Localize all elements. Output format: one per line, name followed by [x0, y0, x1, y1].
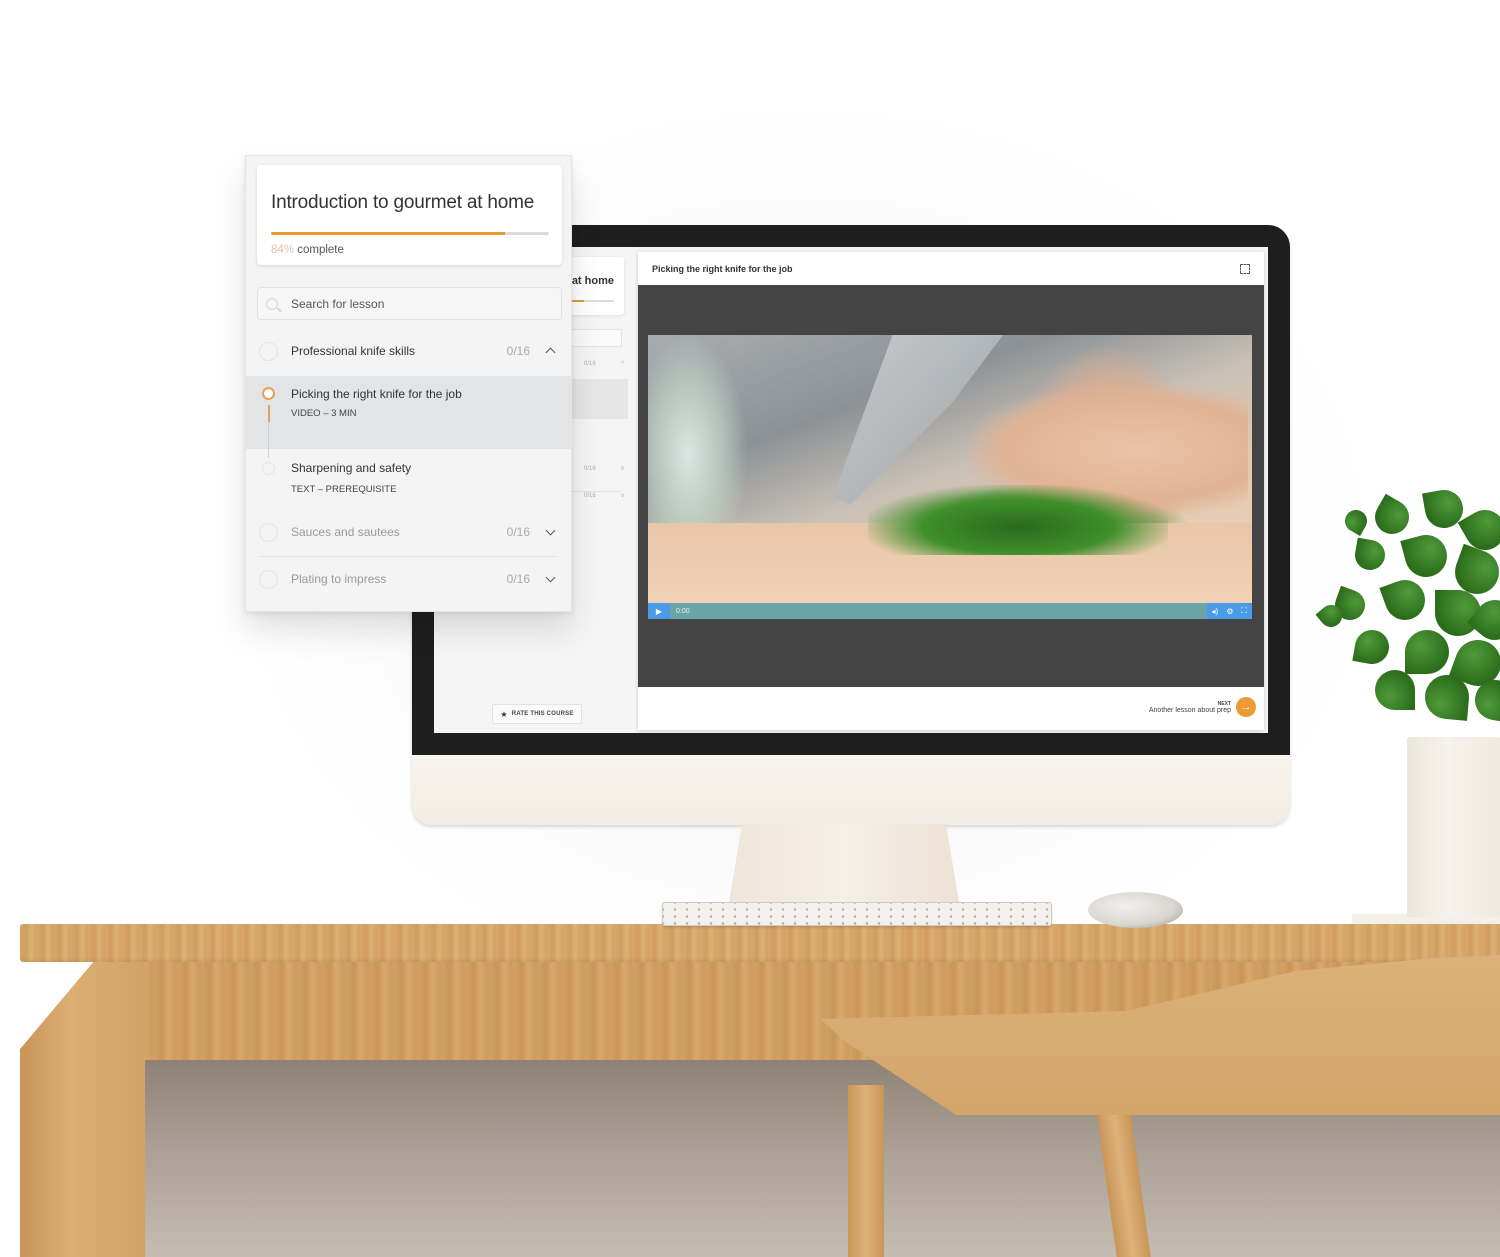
screen-section-count: 0/16 [584, 361, 596, 367]
section-title: Sauces and sautees [291, 525, 400, 539]
video-herbs [868, 485, 1168, 555]
screen-course-card: at home [564, 257, 624, 315]
course-title: Introduction to gourmet at home [271, 192, 535, 213]
star-icon: ★ [500, 709, 508, 719]
potted-plant [1315, 480, 1500, 755]
section-count: 0/16 [506, 572, 530, 586]
section-status-circle [259, 522, 278, 542]
lesson-item[interactable]: Sharpening and safety TEXT – PREREQUISIT… [246, 449, 571, 509]
lesson-panel: Picking the right knife for the job ▶ 0:… [638, 252, 1264, 730]
lesson-title: Picking the right knife for the job [291, 387, 462, 401]
plant-leaf [1379, 574, 1431, 626]
chevron-down-icon[interactable] [545, 572, 556, 583]
video-control-buttons: ◂) ⚙ ⛶ [1206, 603, 1252, 619]
section-title: Professional knife skills [291, 344, 416, 358]
section-plating-to-impress[interactable]: Plating to impress 0/16 [246, 557, 571, 601]
rate-course-button[interactable]: ★ RATE THIS COURSE [492, 704, 582, 724]
keyboard [662, 902, 1052, 926]
timeline-progress [267, 405, 270, 422]
screen-search-input[interactable] [564, 329, 622, 347]
course-progress-text: 84% complete [271, 244, 344, 256]
lesson-title: Sharpening and safety [291, 461, 412, 475]
plant-pot [1407, 737, 1500, 917]
screen-section-row[interactable]: 0/16 v [584, 466, 624, 472]
mouse [1088, 892, 1183, 928]
chevron-down-icon: v [621, 466, 624, 472]
plant-leaf [1405, 630, 1449, 674]
lesson-meta: TEXT – PREREQUISITE [291, 484, 397, 495]
chevron-up-icon: ^ [621, 361, 624, 367]
chevron-down-icon[interactable] [545, 525, 556, 536]
lesson-footer: NEXT Another lesson about prep → [638, 687, 1264, 730]
screen-active-lesson[interactable] [564, 379, 628, 419]
plant-leaf [1368, 493, 1416, 541]
chair-leg [848, 1085, 884, 1257]
monitor-stand [728, 824, 960, 909]
next-lesson-link[interactable]: NEXT Another lesson about prep → [1149, 697, 1256, 717]
course-panel: Introduction to gourmet at home 84% comp… [245, 155, 572, 612]
plant-leaf [1340, 505, 1372, 537]
screen-section-count: 0/16 [584, 466, 596, 472]
section-sauces-and-sautees[interactable]: Sauces and sautees 0/16 [246, 510, 571, 554]
chevron-down-icon: v [621, 493, 624, 499]
lesson-search-input[interactable] [291, 296, 541, 311]
video-player[interactable]: ▶ 0:00 ◂) ⚙ ⛶ [648, 335, 1252, 619]
lesson-header: Picking the right knife for the job [638, 252, 1264, 285]
section-count: 0/16 [506, 344, 530, 358]
lesson-meta: VIDEO – 3 MIN [291, 408, 357, 419]
plant-leaf [1352, 627, 1392, 667]
section-status-circle [259, 569, 278, 589]
settings-icon[interactable]: ⚙ [1226, 607, 1233, 616]
desk-top [20, 924, 1500, 962]
course-progress-fill [271, 232, 505, 235]
section-count: 0/16 [506, 525, 530, 539]
screen-course-title: at home [571, 275, 614, 287]
screen-divider [564, 491, 620, 492]
lesson-item-active[interactable]: Picking the right knife for the job VIDE… [246, 376, 571, 449]
screen-section-row[interactable]: 0/16 v [584, 493, 624, 499]
volume-icon[interactable]: ◂) [1212, 607, 1219, 616]
fullscreen-icon[interactable]: ⛶ [1241, 606, 1247, 616]
rate-course-label: RATE THIS COURSE [511, 711, 574, 717]
plant-leaf [1352, 537, 1388, 573]
expand-icon[interactable] [1240, 263, 1250, 274]
screen-section-row[interactable]: 0/16 ^ [584, 361, 624, 367]
video-time: 0:00 [676, 607, 690, 615]
plant-leaf [1375, 670, 1415, 710]
lesson-title: Picking the right knife for the job [652, 263, 793, 274]
search-icon [266, 297, 278, 310]
course-progress-bar [271, 232, 549, 235]
play-icon[interactable]: ▶ [648, 603, 670, 619]
course-header-card: Introduction to gourmet at home 84% comp… [257, 165, 562, 265]
lesson-search[interactable] [257, 287, 562, 320]
section-title: Plating to impress [291, 572, 387, 586]
lesson-current-indicator [262, 387, 275, 400]
chevron-up-icon[interactable] [545, 347, 556, 358]
desk-leg [20, 960, 145, 1257]
screen-section-count: 0/16 [584, 493, 596, 499]
video-controls: ▶ 0:00 ◂) ⚙ ⛶ [648, 603, 1252, 619]
progress-percent: 84% [271, 244, 295, 256]
next-lesson-title: Another lesson about prep [1148, 706, 1231, 714]
section-professional-knife-skills[interactable]: Professional knife skills 0/16 [246, 329, 571, 373]
monitor-chin [412, 755, 1290, 825]
progress-suffix: complete [297, 244, 344, 256]
section-status-circle [259, 341, 278, 361]
lesson-pending-indicator [262, 462, 275, 475]
video-area: ▶ 0:00 ◂) ⚙ ⛶ [638, 285, 1264, 687]
arrow-right-icon[interactable]: → [1236, 697, 1256, 717]
plant-leaf [1400, 530, 1452, 582]
